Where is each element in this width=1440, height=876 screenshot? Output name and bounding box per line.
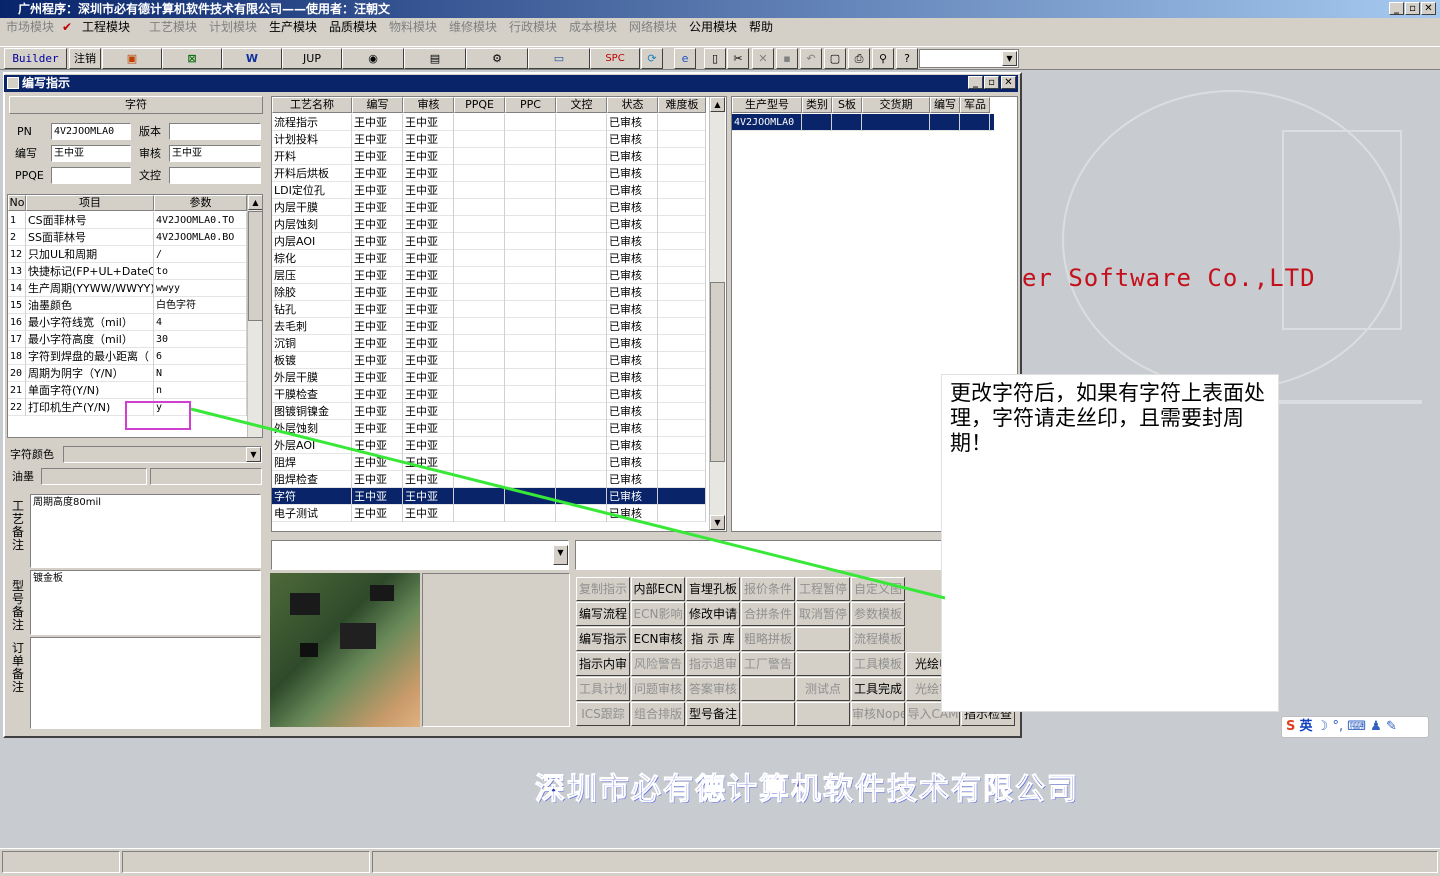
- ime-toolbar[interactable]: S 英 ☽ °, ⌨ ♟ ✎: [1281, 716, 1429, 738]
- annotation-arrow: [190, 407, 946, 600]
- status-pane-3: [372, 851, 1438, 873]
- status-pane-2: [122, 851, 370, 873]
- sogou-icon: S: [1286, 719, 1296, 734]
- keyboard-icon[interactable]: ⌨: [1347, 719, 1366, 734]
- punct-icon[interactable]: °,: [1332, 719, 1343, 734]
- status-pane-1: [2, 851, 120, 873]
- moon-icon[interactable]: ☽: [1317, 719, 1329, 734]
- user-icon[interactable]: ♟: [1370, 719, 1382, 734]
- status-bar: [0, 848, 1440, 876]
- wrench-icon[interactable]: ✎: [1386, 719, 1397, 734]
- ime-lang[interactable]: 英: [1300, 719, 1313, 734]
